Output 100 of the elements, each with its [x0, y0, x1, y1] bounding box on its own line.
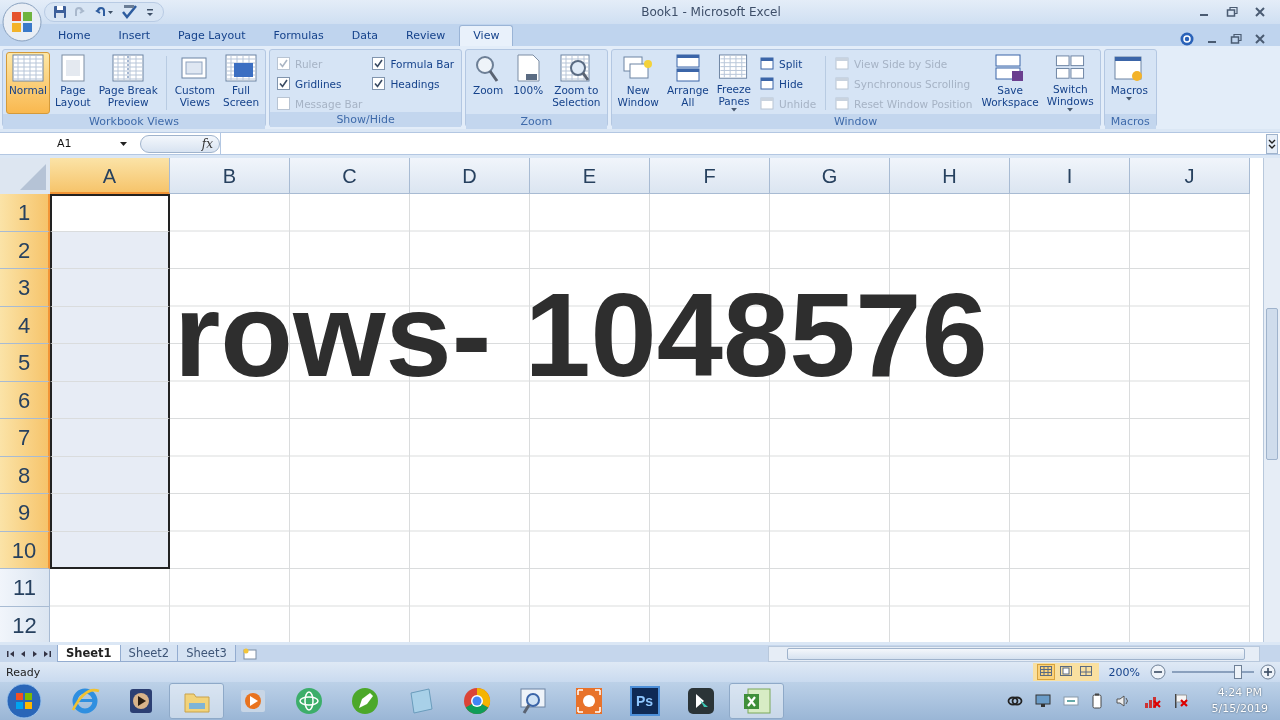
- row-header[interactable]: 11: [0, 569, 50, 607]
- ribbon-tab[interactable]: View: [459, 24, 514, 46]
- window-icon: [622, 53, 655, 82]
- column-header[interactable]: B: [170, 158, 290, 195]
- column-header[interactable]: A: [50, 158, 170, 195]
- ribbon-button[interactable]: New Window: [614, 51, 662, 114]
- group-label: Zoom: [466, 113, 607, 129]
- save-icon[interactable]: [53, 4, 67, 19]
- checkbox[interactable]: [277, 77, 291, 91]
- ribbon-button[interactable]: Custom Views: [171, 51, 218, 114]
- keyboard-icon[interactable]: [1062, 694, 1079, 709]
- restore-icon[interactable]: [1230, 32, 1242, 45]
- ribbon-button[interactable]: Save Workspace: [978, 51, 1042, 114]
- ribbon-button[interactable]: 100%: [509, 51, 548, 114]
- pencil-icon: [349, 686, 380, 717]
- sheet-tab[interactable]: Sheet3: [177, 645, 236, 663]
- sheet-cell[interactable]: [50, 231, 170, 270]
- spreadsheet-icon: [741, 686, 772, 717]
- ribbon-button[interactable]: Arrange All: [663, 51, 712, 114]
- column-header[interactable]: F: [650, 158, 770, 195]
- sheet-cell[interactable]: [50, 381, 170, 420]
- speaker-icon[interactable]: [1114, 694, 1131, 709]
- sheet-cell[interactable]: [50, 306, 170, 345]
- ribbon-tab[interactable]: Home: [44, 24, 105, 46]
- close-icon[interactable]: [1254, 32, 1266, 45]
- ribbon-tab[interactable]: Insert: [104, 24, 165, 46]
- expand-icon[interactable]: [1266, 133, 1278, 154]
- ribbon-button[interactable]: Full Screen: [219, 51, 263, 114]
- column-header[interactable]: E: [530, 158, 650, 195]
- spelling-check-icon[interactable]: [121, 4, 139, 19]
- zoom-in-icon[interactable]: [1260, 664, 1276, 681]
- row-header[interactable]: 1: [0, 194, 50, 232]
- row-header[interactable]: 4: [0, 306, 50, 345]
- battery-icon[interactable]: [1090, 693, 1103, 710]
- last-sheet-icon[interactable]: [42, 648, 52, 659]
- sheet-tab[interactable]: Sheet1: [57, 645, 121, 663]
- row-header[interactable]: 12: [0, 606, 50, 643]
- sheet-cell[interactable]: [50, 531, 170, 570]
- row-header[interactable]: 3: [0, 269, 50, 307]
- row-header[interactable]: 10: [0, 531, 50, 570]
- row-header[interactable]: 2: [0, 231, 50, 270]
- start-button-icon[interactable]: [6, 683, 42, 720]
- checkbox-label[interactable]: Gridlines: [295, 77, 342, 90]
- row-header[interactable]: 8: [0, 456, 50, 495]
- column-header[interactable]: H: [890, 158, 1010, 195]
- checkbox[interactable]: [372, 57, 386, 71]
- taskbar-button[interactable]: Ps: [617, 683, 672, 720]
- ribbon-button[interactable]: Macros: [1107, 51, 1151, 114]
- atom-icon: [293, 686, 324, 717]
- ribbon-button[interactable]: Normal: [6, 51, 50, 114]
- sheet-cell[interactable]: [50, 419, 170, 457]
- ribbon-button[interactable]: Hide: [760, 75, 817, 92]
- view-button[interactable]: [1036, 664, 1055, 681]
- sheet-cell[interactable]: [50, 456, 170, 495]
- column-header[interactable]: D: [410, 158, 530, 195]
- zoom-out-icon[interactable]: [1150, 664, 1166, 681]
- sheet-cell[interactable]: [50, 344, 170, 382]
- insert-function-button[interactable]: fx: [140, 134, 220, 153]
- ribbon-tab[interactable]: Review: [392, 24, 460, 46]
- group-label: Workbook Views: [3, 113, 266, 129]
- grid-icon: [12, 53, 44, 82]
- row-header[interactable]: 5: [0, 344, 50, 382]
- ribbon-button[interactable]: Switch Windows: [1043, 51, 1097, 114]
- ribbon-button[interactable]: Zoom: [469, 51, 508, 114]
- row-header[interactable]: 9: [0, 494, 50, 532]
- help-icon[interactable]: [1180, 31, 1194, 46]
- column-header[interactable]: J: [1130, 158, 1250, 195]
- sheet-tab[interactable]: Sheet2: [119, 645, 179, 663]
- column-header[interactable]: I: [1010, 158, 1130, 195]
- column-header[interactable]: C: [290, 158, 410, 195]
- flag-error-icon[interactable]: [1172, 693, 1189, 710]
- ribbon-button[interactable]: Freeze Panes: [713, 51, 755, 114]
- first-sheet-icon[interactable]: [6, 648, 16, 659]
- sheet-cell[interactable]: [50, 269, 170, 307]
- name-box[interactable]: A1: [0, 137, 135, 151]
- checkbox-label[interactable]: Headings: [390, 77, 440, 90]
- checkbox-label[interactable]: Formula Bar: [390, 57, 455, 70]
- page-layout-view-icon: [1058, 665, 1073, 678]
- row-header[interactable]: 6: [0, 381, 50, 420]
- monitor-icon[interactable]: [1034, 694, 1051, 709]
- sheet-cell[interactable]: [50, 194, 170, 232]
- undo-icon[interactable]: [93, 4, 115, 19]
- ribbon-button[interactable]: Page Break Preview: [95, 51, 161, 114]
- ribbon-button[interactable]: Zoom to Selection: [549, 51, 604, 114]
- window-icon: [835, 77, 850, 91]
- row-header[interactable]: 7: [0, 419, 50, 457]
- horizontal-scrollbar[interactable]: [768, 645, 1260, 662]
- restore-icon[interactable]: [1226, 5, 1238, 18]
- ribbon-tab[interactable]: Page Layout: [164, 24, 260, 46]
- ribbon-button[interactable]: Split: [760, 55, 817, 72]
- ribbon-tab[interactable]: Formulas: [259, 24, 338, 46]
- window-icon: [835, 57, 850, 71]
- checkbox[interactable]: [372, 77, 386, 91]
- zoom-level[interactable]: 200%: [1108, 665, 1140, 679]
- ribbon-tab[interactable]: Data: [337, 24, 393, 46]
- sheet-cell[interactable]: [50, 494, 170, 532]
- vertical-scrollbar[interactable]: [1263, 158, 1280, 643]
- column-header[interactable]: G: [770, 158, 890, 195]
- ribbon-button[interactable]: Page Layout: [52, 51, 94, 114]
- close-icon[interactable]: [1254, 5, 1266, 18]
